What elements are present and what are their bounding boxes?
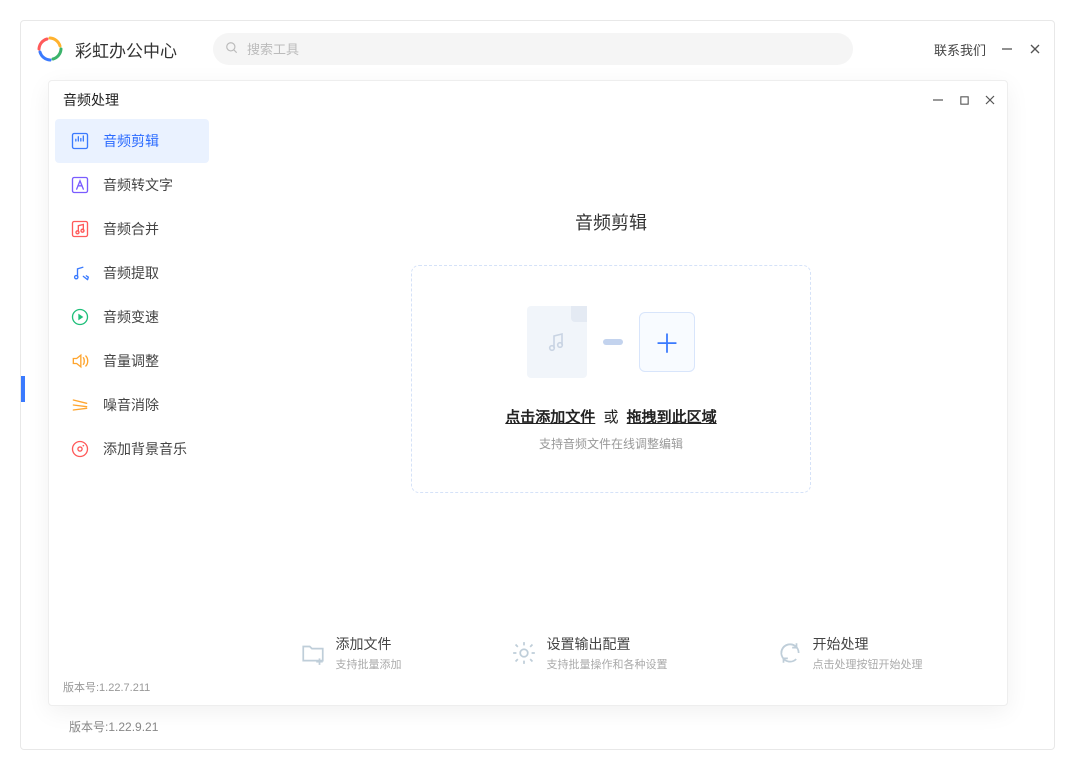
- noise-lines-icon: [69, 394, 91, 416]
- start-process-subtitle: 点击处理按钮开始处理: [813, 656, 923, 672]
- sidebar-item-label: 音频剪辑: [103, 131, 159, 151]
- music-note-icon: [69, 218, 91, 240]
- app-title: 彩虹办公中心: [75, 37, 177, 62]
- dropzone-main-text: 点击添加文件 或 拖拽到此区域: [505, 406, 716, 427]
- main-close-button[interactable]: [1028, 42, 1042, 56]
- output-config-action[interactable]: 设置输出配置 支持批量操作和各种设置: [511, 634, 668, 672]
- output-config-subtitle: 支持批量操作和各种设置: [547, 656, 668, 672]
- footer-actions: 添加文件 支持批量添加 设置输出配置 支持批量操作和各种设置: [215, 625, 1007, 705]
- modal-titlebar: 音频处理: [49, 81, 1007, 119]
- add-file-title: 添加文件: [336, 634, 402, 654]
- output-config-title: 设置输出配置: [547, 634, 668, 654]
- modal-content: 音频剪辑 ＋ 点击添加文件 或 拖拽到此区域 支持音频文件在线调整编辑: [215, 119, 1007, 705]
- modal-close-button[interactable]: [983, 93, 997, 107]
- audio-processing-modal: 音频处理 音频剪辑音频转文字音频合并音频提取音频变速音量调整噪音消除添加背景音乐…: [48, 80, 1008, 706]
- sidebar-item-label: 添加背景音乐: [103, 439, 187, 459]
- search-icon: [225, 41, 239, 58]
- dropzone-click-label: 点击添加文件: [505, 409, 595, 426]
- play-circle-icon: [69, 306, 91, 328]
- disc-icon: [69, 438, 91, 460]
- modal-maximize-button[interactable]: [957, 93, 971, 107]
- main-minimize-button[interactable]: [1000, 42, 1014, 56]
- audio-file-icon: [527, 306, 587, 378]
- sidebar-item-label: 音频合并: [103, 219, 159, 239]
- sidebar-item-audio-merge[interactable]: 音频合并: [55, 207, 209, 251]
- sidebar-item-add-bgm[interactable]: 添加背景音乐: [55, 427, 209, 471]
- add-file-subtitle: 支持批量添加: [336, 656, 402, 672]
- refresh-icon: [777, 640, 803, 666]
- main-header-right: 联系我们: [934, 40, 1042, 59]
- sidebar-item-audio-speed[interactable]: 音频变速: [55, 295, 209, 339]
- modal-minimize-button[interactable]: [931, 93, 945, 107]
- app-logo-icon: [37, 36, 63, 62]
- dropzone-separator: 或: [603, 409, 618, 426]
- sidebar-item-label: 音频变速: [103, 307, 159, 327]
- waveform-icon: [69, 130, 91, 152]
- sidebar-item-label: 音量调整: [103, 351, 159, 371]
- sidebar-item-audio-extract[interactable]: 音频提取: [55, 251, 209, 295]
- main-version-label: 版本号:1.22.9.21: [69, 718, 158, 735]
- search-input[interactable]: [247, 42, 841, 57]
- dropzone-drag-label: 拖拽到此区域: [627, 409, 717, 426]
- modal-version-label: 版本号:1.22.7.211: [63, 679, 150, 695]
- speaker-icon: [69, 350, 91, 372]
- dropzone-subtitle: 支持音频文件在线调整编辑: [539, 435, 683, 452]
- add-file-action[interactable]: 添加文件 支持批量添加: [300, 634, 402, 672]
- music-extract-icon: [69, 262, 91, 284]
- sidebar-item-label: 噪音消除: [103, 395, 159, 415]
- sidebar-item-audio-to-text[interactable]: 音频转文字: [55, 163, 209, 207]
- modal-sidebar: 音频剪辑音频转文字音频合并音频提取音频变速音量调整噪音消除添加背景音乐: [49, 119, 215, 705]
- start-process-action[interactable]: 开始处理 点击处理按钮开始处理: [777, 634, 923, 672]
- contact-us-link[interactable]: 联系我们: [934, 40, 986, 59]
- content-title: 音频剪辑: [215, 209, 1007, 235]
- sidebar-item-audio-trim[interactable]: 音频剪辑: [55, 119, 209, 163]
- sidebar-item-noise-remove[interactable]: 噪音消除: [55, 383, 209, 427]
- start-process-title: 开始处理: [813, 634, 923, 654]
- modal-title: 音频处理: [63, 90, 119, 110]
- file-dropzone[interactable]: ＋ 点击添加文件 或 拖拽到此区域 支持音频文件在线调整编辑: [411, 265, 811, 493]
- main-sidebar-active-indicator: [21, 376, 25, 402]
- letter-a-icon: [69, 174, 91, 196]
- folder-add-icon: [300, 640, 326, 666]
- sidebar-item-label: 音频转文字: [103, 175, 173, 195]
- sidebar-item-volume-adjust[interactable]: 音量调整: [55, 339, 209, 383]
- main-header: 彩虹办公中心 联系我们: [21, 21, 1054, 77]
- arrow-icon: [603, 339, 623, 345]
- dropzone-graphic: ＋: [527, 306, 695, 378]
- add-file-plus-icon: ＋: [639, 312, 695, 372]
- gear-icon: [511, 640, 537, 666]
- sidebar-item-label: 音频提取: [103, 263, 159, 283]
- search-box[interactable]: [213, 33, 853, 65]
